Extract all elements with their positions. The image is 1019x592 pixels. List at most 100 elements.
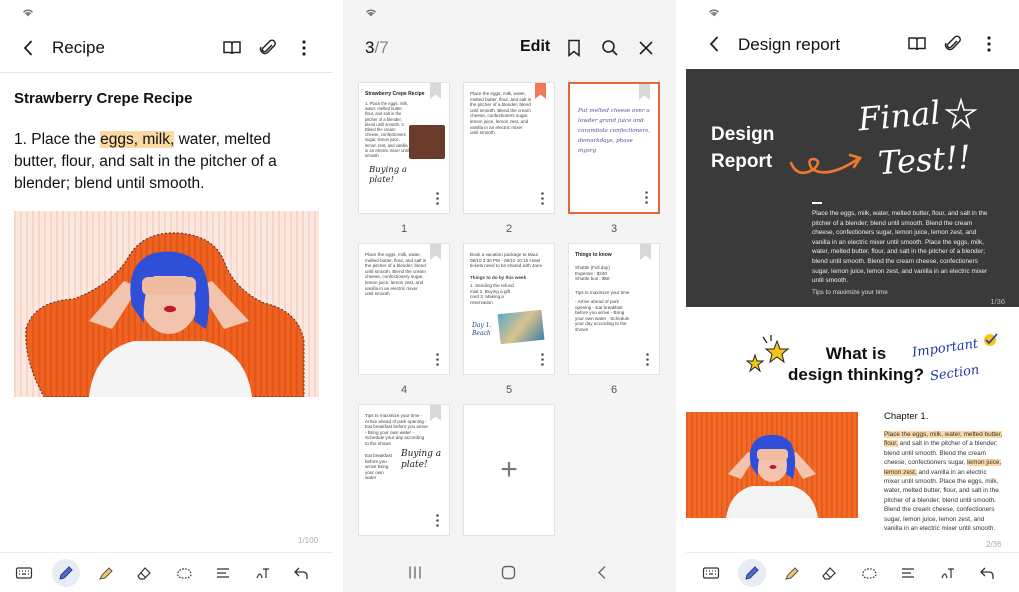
reading-mode-button[interactable]	[904, 31, 930, 57]
handwriting-important: Important	[911, 336, 980, 361]
thumbnail-handwriting: Put melted cheese over a lowder grand ju…	[578, 108, 650, 154]
thumbnail-more-icon[interactable]	[646, 353, 649, 366]
eraser-tool[interactable]	[815, 559, 843, 587]
thumbnail-title: Strawberry Crepe Recipe	[365, 91, 425, 97]
page-thumbnail-5[interactable]: Book a vacation package to Maui 08/10 3:…	[463, 243, 555, 375]
woman-blue-hair-photo[interactable]	[14, 211, 319, 397]
thumbnail-subhead: Things to do by this week	[470, 275, 527, 280]
more-vertical-icon	[302, 40, 306, 56]
keyboard-tool[interactable]	[10, 559, 38, 587]
bookmark-button[interactable]	[561, 35, 587, 61]
thumbnail-text: Place the eggs, milk, water, melted butt…	[470, 91, 532, 136]
handwriting-final: Final	[856, 93, 942, 139]
more-options-button[interactable]	[291, 35, 317, 61]
thumbnail-more-icon[interactable]	[645, 191, 648, 204]
search-icon	[602, 40, 618, 56]
app-bar: Recipe	[0, 28, 333, 68]
recent-apps-icon[interactable]	[407, 565, 423, 580]
highlighter-tool[interactable]	[92, 559, 120, 587]
handwriting-text-tool[interactable]	[934, 559, 962, 587]
page-thumbnail-1[interactable]: Strawberry Crepe Recipe 1. Place the egg…	[358, 82, 450, 214]
more-vertical-icon	[987, 36, 991, 52]
undo-tool[interactable]	[287, 559, 315, 587]
close-button[interactable]	[633, 35, 659, 61]
thumbnail-label-4: 4	[400, 384, 408, 396]
back-nav-icon[interactable]	[595, 565, 609, 580]
woman-blue-hair-photo[interactable]	[686, 412, 858, 518]
pen-tool[interactable]	[52, 558, 80, 587]
page-thumbnail-4[interactable]: Place the eggs, milk, water, melted butt…	[358, 243, 450, 375]
more-options-button[interactable]	[976, 31, 1002, 57]
eraser-tool[interactable]	[130, 559, 158, 587]
bookmark-marker	[430, 244, 441, 260]
thumbnail-more-icon[interactable]	[541, 192, 544, 205]
thumbnail-more-icon[interactable]	[436, 192, 439, 205]
eraser-icon	[822, 566, 836, 580]
note-title: Recipe	[52, 38, 105, 57]
lasso-icon	[177, 567, 192, 579]
undo-icon	[980, 567, 994, 579]
close-icon	[639, 41, 653, 55]
back-button[interactable]	[16, 35, 42, 61]
add-page-label: +	[500, 453, 518, 486]
chapter-heading: Chapter 1.	[884, 411, 929, 422]
page-thumbnail-6[interactable]: Things to know Shuttle (Full day) Expens…	[568, 243, 660, 375]
home-icon[interactable]	[501, 565, 516, 580]
page-thumbnail-7[interactable]: Tips to maximize your time - Arrive ahea…	[358, 404, 450, 536]
undo-icon	[294, 567, 308, 579]
text-format-tool[interactable]	[894, 559, 922, 587]
note-heading[interactable]: Strawberry Crepe Recipe	[14, 90, 192, 107]
thumbnail-handwriting: Day 1. Beach	[472, 322, 492, 337]
search-button[interactable]	[597, 35, 623, 61]
slide-dash	[812, 202, 822, 204]
reading-mode-button[interactable]	[219, 35, 245, 61]
handwriting-icon	[256, 567, 269, 578]
undo-tool[interactable]	[973, 559, 1001, 587]
thumbnail-more-icon[interactable]	[436, 353, 439, 366]
thumbnail-label-2: 2	[505, 223, 513, 235]
thumbnail-handwriting: Buying a plate!	[401, 449, 442, 470]
design-thinking-page[interactable]: What is design thinking? Important Sectio…	[686, 318, 1019, 554]
lasso-tool[interactable]	[855, 559, 883, 587]
handwriting-text-tool[interactable]	[249, 559, 277, 587]
highlighter-tool[interactable]	[778, 559, 806, 587]
attach-button[interactable]	[940, 31, 966, 57]
check-circle-icon	[984, 333, 998, 346]
thumbnail-text: 1. Place the eggs, milk, water, melted b…	[365, 101, 409, 159]
slide-page-indicator: 1/36	[990, 297, 1005, 306]
thumbnail-text: Place the eggs, milk, water, melted butt…	[365, 252, 427, 297]
attach-button[interactable]	[255, 35, 281, 61]
pen-icon	[745, 565, 759, 580]
page-thumbnail-3-selected[interactable]: Put melted cheese over a lowder grand ju…	[568, 82, 660, 214]
note-paragraph[interactable]: 1. Place the eggs, milk, water, melted b…	[14, 129, 314, 195]
pen-tool[interactable]	[738, 558, 766, 587]
note-title: Design report	[738, 35, 841, 54]
status-bar	[22, 4, 34, 22]
eraser-icon	[137, 566, 151, 580]
thumbnail-label-6: 6	[610, 384, 618, 396]
app-bar: Design report	[686, 24, 1019, 64]
highlighter-icon	[99, 566, 113, 580]
page-indicator: 1/100	[298, 536, 319, 545]
thumbnail-text: Tips to maximize your time - Arrive ahea…	[365, 413, 428, 446]
bookmark-marker	[430, 405, 441, 421]
bookmark-marker	[430, 83, 441, 99]
pen-toolbar	[0, 552, 333, 592]
thumbnail-more-icon[interactable]	[436, 514, 439, 527]
text-format-tool[interactable]	[209, 559, 237, 587]
wifi-icon	[366, 9, 376, 17]
edit-button[interactable]: Edit	[520, 38, 550, 56]
thumbnail-more-icon[interactable]	[541, 353, 544, 366]
thumbnail-label-5: 5	[505, 384, 513, 396]
keyboard-tool[interactable]	[697, 559, 725, 587]
highlighted-text: eggs, milk,	[100, 131, 175, 148]
title-slide-page[interactable]: Design Report Final Test!! Place the eggs…	[686, 69, 1019, 307]
status-bar	[365, 4, 377, 22]
thumbnail-extra-text: Eat breakfast before you arrive Bring yo…	[365, 453, 393, 481]
back-button[interactable]	[702, 31, 728, 57]
add-page-button[interactable]: +	[463, 404, 555, 536]
panel-gap	[676, 0, 686, 592]
lasso-tool[interactable]	[170, 559, 198, 587]
wifi-icon	[709, 9, 719, 17]
page-thumbnail-2[interactable]: Place the eggs, milk, water, melted butt…	[463, 82, 555, 214]
